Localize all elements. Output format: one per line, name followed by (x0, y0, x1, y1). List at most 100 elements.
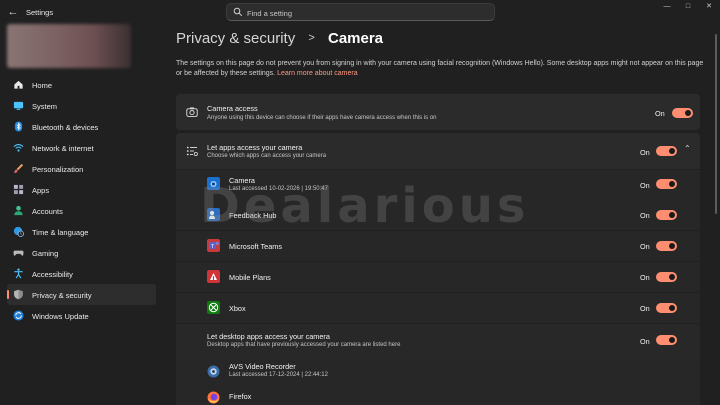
shield-icon (14, 289, 23, 300)
sidebar-item-label: Apps (32, 185, 50, 195)
chevron-up-icon[interactable]: ⌃ (684, 144, 691, 153)
desktop-app-row-avs: AVS Video Recorder Last accessed 17-12-2… (176, 358, 700, 389)
app-state: On (640, 181, 650, 190)
scrollbar[interactable] (715, 34, 717, 214)
sidebar-item-label: Bluetooth & devices (32, 122, 99, 132)
app-row-feedback-hub: Feedback Hub On (176, 200, 700, 230)
sidebar-item-label: Windows Update (32, 311, 89, 321)
desktop-access-desc: Desktop apps that have previously access… (207, 342, 401, 348)
app-name: Mobile Plans (229, 273, 271, 282)
feedback-hub-icon (207, 208, 220, 221)
app-state: On (640, 273, 650, 282)
title-bar: ← Settings Find a setting — □ ✕ (0, 0, 720, 26)
sidebar-item-accounts[interactable]: Accounts (7, 200, 156, 221)
app-toggle-microsoft-teams[interactable] (656, 241, 677, 251)
sidebar-item-apps[interactable]: Apps (7, 179, 156, 200)
sidebar-item-home[interactable]: Home (7, 74, 156, 95)
sidebar-item-label: Personalization (32, 164, 84, 174)
camera-app-icon (207, 177, 220, 190)
back-arrow-icon[interactable]: ← (6, 5, 20, 19)
app-toggle-camera[interactable] (656, 179, 677, 189)
list-settings-icon (186, 146, 198, 157)
app-row-camera: Camera Last accessed 10-02-2026 | 19:50:… (176, 170, 700, 200)
sidebar-item-label: Gaming (32, 248, 59, 258)
app-name: AVS Video Recorder (229, 362, 296, 371)
sidebar-item-system[interactable]: System (7, 95, 156, 116)
wifi-icon (13, 143, 24, 152)
apps-access-desc: Choose which apps can access your camera (207, 153, 327, 159)
camera-access-card: Camera access Anyone using this device c… (176, 94, 700, 130)
apps-access-card[interactable]: Let apps access your camera Choose which… (176, 133, 700, 169)
app-state: On (640, 304, 650, 313)
learn-more-link[interactable]: Learn more about camera (277, 70, 358, 77)
monitor-icon (13, 101, 24, 110)
desktop-app-row-firefox: Firefox (176, 389, 700, 405)
camera-access-toggle[interactable] (672, 108, 693, 118)
apps-access-title: Let apps access your camera (207, 143, 303, 152)
camera-access-desc: Anyone using this device can choose if t… (207, 115, 437, 121)
camera-access-title: Camera access (207, 104, 258, 113)
globe-clock-icon (13, 226, 24, 237)
search-box[interactable]: Find a setting (226, 3, 495, 21)
firefox-icon (207, 391, 220, 404)
desktop-access-toggle[interactable] (656, 335, 677, 345)
sidebar-item-label: Home (32, 80, 53, 90)
maximize-icon[interactable]: □ (682, 2, 694, 12)
window-title: Settings (26, 8, 54, 17)
apps-icon (13, 184, 24, 195)
search-icon (233, 7, 243, 17)
accessibility-icon (14, 268, 23, 279)
description-text: The settings on this page do not prevent… (176, 60, 704, 77)
close-icon[interactable]: ✕ (703, 2, 715, 12)
brush-icon (14, 163, 24, 174)
app-name: Camera (229, 176, 255, 185)
mobile-plans-icon (207, 270, 220, 283)
app-name: Microsoft Teams (229, 242, 282, 251)
avs-video-recorder-icon (207, 365, 220, 378)
desktop-access-title: Let desktop apps access your camera (207, 332, 330, 341)
sidebar-item-label: Privacy & security (32, 290, 92, 300)
bluetooth-icon (14, 121, 23, 132)
user-profile-avatar[interactable] (7, 24, 131, 68)
desktop-apps-access-card: Let desktop apps access your camera Desk… (176, 324, 700, 358)
app-row-microsoft-teams: T Microsoft Teams On (176, 231, 700, 261)
sidebar-item-time-language[interactable]: Time & language (7, 221, 156, 242)
controller-icon (13, 250, 24, 256)
minimize-icon[interactable]: — (661, 2, 673, 12)
app-toggle-feedback-hub[interactable] (656, 210, 677, 220)
sidebar-item-personalization[interactable]: Personalization (7, 158, 156, 179)
sidebar-item-privacy-security[interactable]: Privacy & security (7, 284, 156, 305)
sidebar-item-label: Time & language (32, 227, 89, 237)
camera-access-state: On (655, 109, 665, 118)
page-description: The settings on this page do not prevent… (176, 59, 704, 79)
sidebar-item-windows-update[interactable]: Windows Update (7, 305, 156, 326)
apps-access-state: On (640, 148, 650, 157)
sidebar-item-label: System (32, 101, 58, 111)
sidebar-item-gaming[interactable]: Gaming (7, 242, 156, 263)
sidebar-item-label: Accessibility (32, 269, 73, 279)
sidebar-item-accessibility[interactable]: Accessibility (7, 263, 156, 284)
app-last-accessed: Last accessed 17-12-2024 | 22:44:12 (229, 372, 328, 378)
app-name: Firefox (229, 392, 252, 401)
breadcrumb-parent[interactable]: Privacy & security (176, 30, 295, 47)
microsoft-teams-icon: T (207, 239, 220, 252)
sidebar-item-network[interactable]: Network & internet (7, 137, 156, 158)
app-state: On (640, 242, 650, 251)
breadcrumb-separator: > (308, 32, 315, 44)
sidebar-item-bluetooth[interactable]: Bluetooth & devices (7, 116, 156, 137)
app-last-accessed: Last accessed 10-02-2026 | 19:50:47 (229, 186, 328, 192)
app-name: Feedback Hub (229, 211, 277, 220)
app-toggle-mobile-plans[interactable] (656, 272, 677, 282)
desktop-access-state: On (640, 337, 650, 346)
app-toggle-xbox[interactable] (656, 303, 677, 313)
apps-access-toggle[interactable] (656, 146, 677, 156)
sidebar-nav: Home System Bluetooth & devices Network … (7, 74, 156, 326)
update-icon (13, 310, 24, 321)
sidebar-item-label: Network & internet (32, 143, 94, 153)
app-state: On (640, 211, 650, 220)
xbox-icon (207, 301, 220, 314)
page-title: Camera (327, 30, 384, 47)
home-icon (14, 80, 23, 89)
camera-icon (186, 107, 198, 117)
sidebar-item-label: Accounts (32, 206, 63, 216)
